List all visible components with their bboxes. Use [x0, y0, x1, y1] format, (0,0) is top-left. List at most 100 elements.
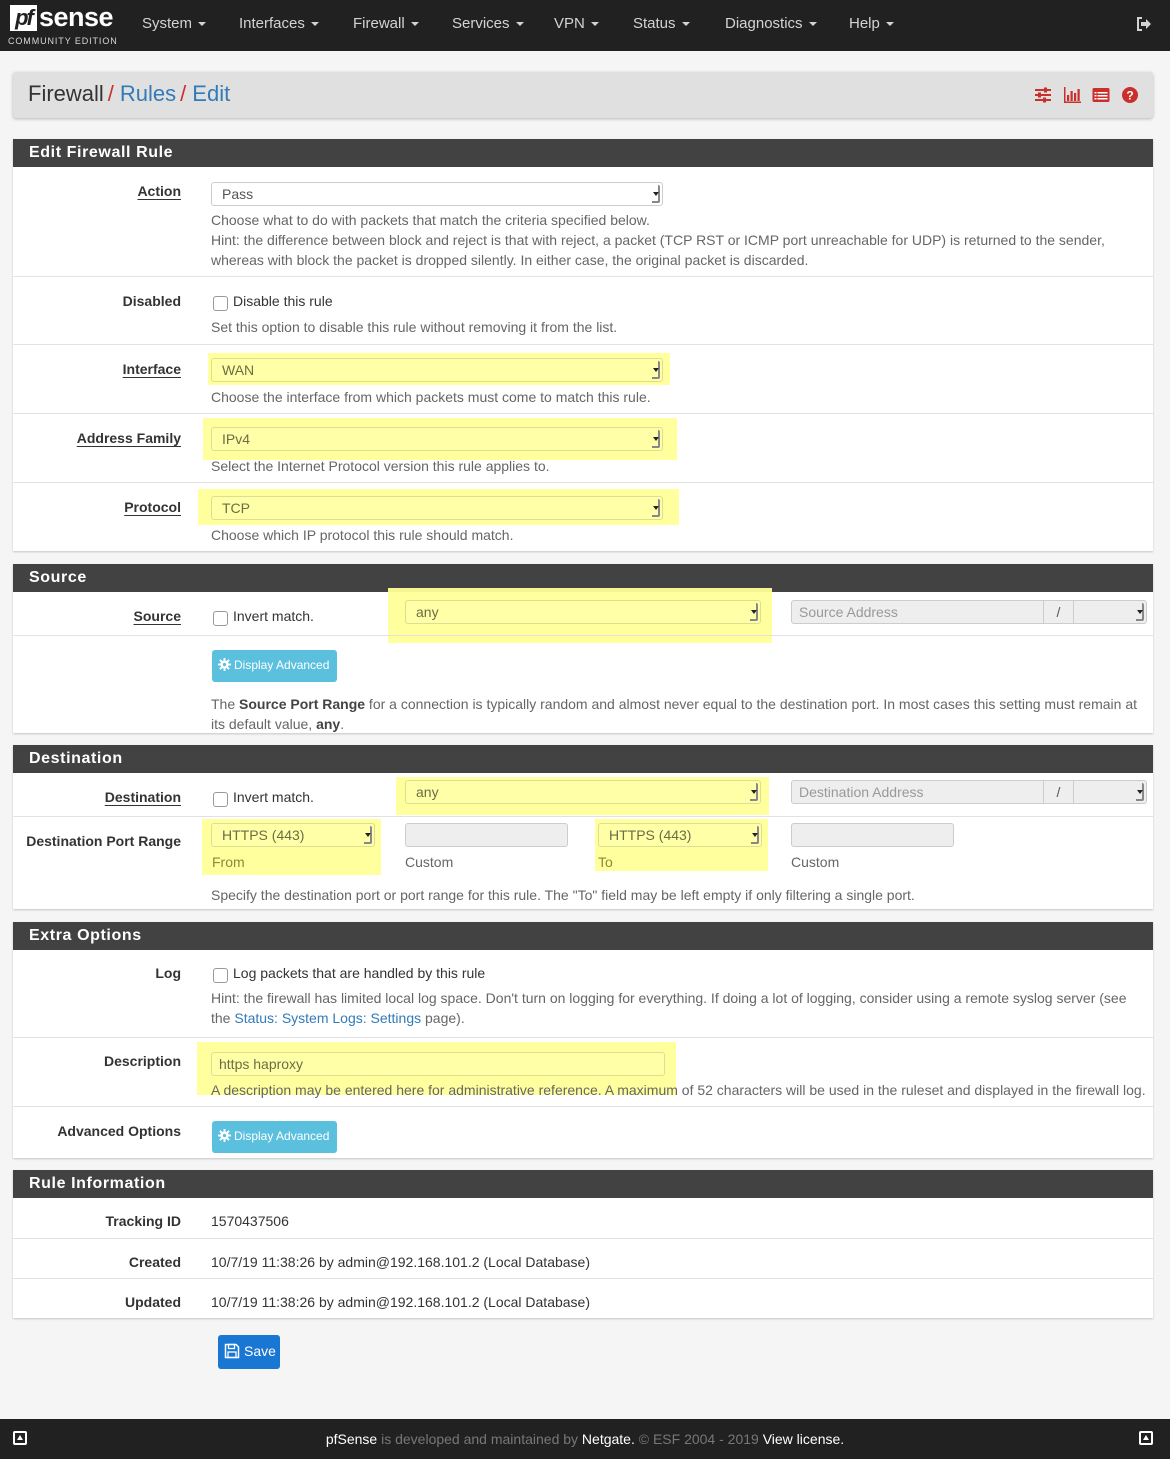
destination-row: Destination Invert match. any Destinatio…	[13, 773, 1153, 816]
system-logs-settings-link[interactable]: Status: System Logs: Settings	[234, 1010, 421, 1026]
port-to-select[interactable]: HTTPS (443)	[598, 823, 762, 847]
port-to-custom-input[interactable]	[791, 823, 954, 847]
source-display-advanced-button[interactable]: Display Advanced	[212, 650, 337, 682]
sign-out-icon[interactable]	[1135, 15, 1153, 33]
help-bold: any	[316, 716, 341, 732]
disabled-label: Disabled	[122, 293, 181, 309]
question-circle-icon[interactable]: ?	[1121, 86, 1139, 104]
source-cidr-select[interactable]	[1136, 603, 1144, 621]
button-label: Display Advanced	[234, 1129, 330, 1143]
nav-menu-status[interactable]: Status	[633, 15, 690, 32]
netgate-link[interactable]: Netgate.	[582, 1431, 635, 1447]
advanced-options-label: Advanced Options	[57, 1123, 181, 1139]
action-help: Choose what to do with packets that matc…	[211, 210, 1151, 270]
address-family-label: Address Family	[76, 430, 181, 446]
nav-label: Status	[633, 15, 676, 32]
source-address-input[interactable]: Source Address	[799, 604, 898, 620]
destination-address-input[interactable]: Destination Address	[799, 784, 924, 800]
action-label: Action	[137, 183, 181, 199]
updated-row: Updated 10/7/19 11:38:26 by admin@192.16…	[13, 1278, 1153, 1318]
caret-down-icon	[885, 22, 894, 27]
source-port-help: The Source Port Range for a connection i…	[211, 694, 1146, 734]
save-button[interactable]: Save	[218, 1335, 280, 1369]
source-advanced-row: Display Advanced The Source Port Range f…	[13, 635, 1153, 733]
breadcrumb-separator: /	[107, 81, 114, 106]
view-license-link[interactable]: View license.	[763, 1431, 844, 1447]
nav-menu-diagnostics[interactable]: Diagnostics	[725, 15, 817, 32]
port-from-custom-input[interactable]	[405, 823, 568, 847]
action-value: Pass	[222, 186, 254, 202]
list-table-icon[interactable]	[1092, 86, 1110, 104]
caret-down-icon	[310, 22, 319, 27]
source-type-select[interactable]: any	[405, 600, 761, 624]
port-from-select[interactable]: HTTPS (443)	[211, 823, 375, 847]
sliders-icon[interactable]	[1034, 86, 1052, 104]
scroll-top-icon[interactable]	[13, 1431, 27, 1445]
created-label: Created	[128, 1254, 181, 1270]
breadcrumb-firewall: Firewall	[28, 81, 104, 106]
tracking-id-value: 1570437506	[211, 1213, 289, 1229]
source-invert-checkbox[interactable]	[213, 611, 228, 626]
interface-label: Interface	[122, 361, 181, 377]
source-invert-label: Invert match.	[233, 608, 314, 624]
address-family-value: IPv4	[222, 431, 251, 447]
destination-address-group: Destination Address /	[791, 780, 1147, 804]
breadcrumb-edit[interactable]: Edit	[192, 81, 230, 106]
advanced-options-display-button[interactable]: Display Advanced	[212, 1121, 337, 1153]
disable-rule-checkbox-label: Disable this rule	[233, 293, 333, 309]
nav-menu-vpn[interactable]: VPN	[554, 15, 599, 32]
dropdown-arrow-icon	[652, 430, 660, 448]
top-navbar: pf sense COMMUNITY EDITION System Interf…	[0, 0, 1170, 51]
caret-down-icon	[808, 22, 817, 27]
breadcrumb: Firewall / Rules / Edit	[28, 81, 230, 107]
bar-chart-icon[interactable]	[1063, 86, 1081, 104]
nav-label: System	[142, 15, 193, 32]
address-family-help: Select the Internet Protocol version thi…	[211, 458, 550, 474]
caret-down-icon	[681, 22, 690, 27]
nav-label: Interfaces	[239, 15, 305, 32]
description-row: Description https haproxy A description …	[13, 1037, 1153, 1106]
tracking-id-row: Tracking ID 1570437506	[13, 1198, 1153, 1238]
logo-edition: COMMUNITY EDITION	[8, 36, 118, 46]
port-to-label: To	[598, 854, 613, 870]
action-select[interactable]: Pass	[211, 182, 663, 206]
log-checkbox-label: Log packets that are handled by this rul…	[233, 965, 486, 981]
caret-down-icon	[410, 22, 419, 27]
tracking-id-label: Tracking ID	[105, 1213, 181, 1229]
interface-select[interactable]: WAN	[211, 358, 663, 382]
description-input[interactable]: https haproxy	[211, 1052, 665, 1076]
cidr-separator: /	[1043, 601, 1074, 623]
action-help-1: Choose what to do with packets that matc…	[211, 212, 650, 228]
action-row: Action Pass Choose what to do with packe…	[13, 167, 1153, 276]
protocol-value: TCP	[222, 500, 250, 516]
help-text: page).	[421, 1010, 465, 1026]
pfsense-logo[interactable]: pf sense COMMUNITY EDITION	[8, 2, 118, 47]
destination-cidr-select[interactable]	[1136, 783, 1144, 801]
destination-type-select[interactable]: any	[405, 780, 761, 804]
dropdown-arrow-icon	[364, 826, 372, 844]
svg-text:?: ?	[1126, 89, 1133, 103]
destination-port-row: Destination Port Range HTTPS (443) From …	[13, 816, 1153, 909]
nav-menu-firewall[interactable]: Firewall	[353, 15, 419, 32]
breadcrumb-rules[interactable]: Rules	[120, 81, 176, 106]
footer-brand: pfSense	[325, 1431, 378, 1447]
destination-invert-checkbox[interactable]	[213, 792, 228, 807]
protocol-select[interactable]: TCP	[211, 496, 663, 520]
dropdown-arrow-icon	[750, 603, 758, 621]
disable-rule-checkbox[interactable]	[213, 296, 228, 311]
extra-options-panel: Extra Options Log Log packets that are h…	[13, 922, 1153, 1158]
nav-menu-interfaces[interactable]: Interfaces	[239, 15, 319, 32]
log-label: Log	[155, 965, 181, 981]
scroll-top-icon[interactable]	[1139, 1431, 1153, 1445]
breadcrumb-icons: ?	[1034, 86, 1139, 104]
footer-text: is developed and maintained by	[377, 1431, 582, 1447]
help-text: The	[211, 696, 240, 712]
nav-menu-help[interactable]: Help	[849, 15, 894, 32]
nav-menu-services[interactable]: Services	[452, 15, 524, 32]
nav-menu-system[interactable]: System	[142, 15, 207, 32]
caret-down-icon	[590, 22, 599, 27]
nav-label: Diagnostics	[725, 15, 803, 32]
log-checkbox[interactable]	[213, 968, 228, 983]
updated-label: Updated	[125, 1294, 181, 1310]
address-family-select[interactable]: IPv4	[211, 427, 663, 451]
